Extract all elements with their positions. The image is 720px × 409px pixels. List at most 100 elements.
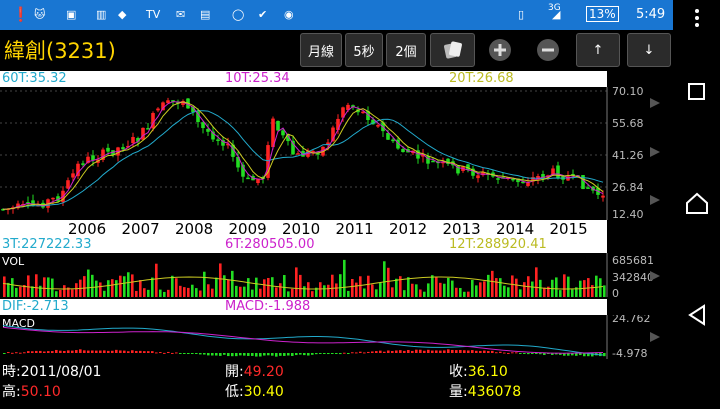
macd-bar: [603, 353, 606, 357]
macd-bar: [59, 350, 62, 353]
macd-bar: [67, 350, 70, 353]
app-icon: 🐱: [34, 8, 46, 21]
volume-bar: [487, 274, 490, 297]
macd-bar: [155, 352, 158, 354]
vol-tick: 0: [612, 287, 619, 298]
volume-bar: [291, 288, 294, 297]
scroll-left-arrow-icon[interactable]: [650, 98, 660, 108]
macd-bar: [443, 350, 446, 353]
volume-bar: [543, 287, 546, 297]
year-tick: 2010: [282, 220, 320, 237]
vol-tick: 342840: [612, 271, 654, 284]
volume-bar: [271, 277, 274, 297]
volume-bar: [491, 270, 494, 297]
volume-bar: [335, 283, 338, 297]
volume-bar: [143, 288, 146, 297]
camera-icon: ◉: [284, 8, 294, 21]
recents-icon[interactable]: [688, 83, 705, 100]
alert-icon: ❗: [12, 7, 30, 23]
macd-bar: [411, 350, 414, 353]
scroll-left-arrow-icon[interactable]: [650, 147, 660, 157]
macd-bar: [51, 351, 54, 353]
macd-bar: [379, 350, 382, 353]
volume-bar: [499, 278, 502, 297]
zoom-in-icon[interactable]: [480, 33, 520, 67]
volume-bar: [559, 290, 562, 297]
scroll-left-arrow-icon[interactable]: [650, 271, 660, 281]
vol6-label: 6T:280505.00: [225, 237, 315, 252]
macd-bar: [139, 350, 142, 353]
volume-bar: [339, 274, 342, 297]
volume-bar: [379, 282, 382, 297]
macd-bar: [35, 350, 38, 353]
volume-bar: [51, 278, 54, 297]
macd-bar: [47, 351, 50, 353]
macd-bar: [327, 353, 330, 355]
volume-bar: [415, 284, 418, 297]
cards-icon[interactable]: [430, 33, 475, 67]
scroll-up-button[interactable]: ↑: [576, 33, 620, 67]
scroll-down-button[interactable]: ↓: [627, 33, 671, 67]
volume-bar: [59, 289, 62, 297]
volume-bar: [3, 276, 6, 297]
volume-bar: [331, 274, 334, 297]
volume-bar: [567, 276, 570, 297]
volume-bar: [343, 259, 346, 297]
macd-bar: [391, 351, 394, 353]
volume-bar: [363, 288, 366, 297]
volume-bar: [495, 278, 498, 297]
open-label: 開:: [225, 364, 244, 380]
volume-bar: [307, 282, 310, 297]
macd-bar: [247, 353, 250, 356]
volume-bar: [463, 291, 466, 297]
candle: [66, 180, 70, 189]
scroll-left-arrow-icon[interactable]: [650, 195, 660, 205]
volume-bar: [455, 287, 458, 297]
volume-bar: [319, 282, 322, 297]
back-icon[interactable]: [688, 304, 705, 326]
period-button[interactable]: 月線: [300, 33, 342, 67]
macd-bar: [31, 351, 34, 353]
candle: [376, 125, 380, 127]
macd-bar: [423, 350, 426, 353]
macd-bar: [363, 352, 366, 354]
volume-bar: [431, 275, 434, 297]
home-icon[interactable]: [686, 192, 708, 214]
candle: [281, 130, 285, 136]
macd-bar: [355, 352, 358, 354]
volume-bar: [151, 277, 154, 297]
volume-bar: [183, 287, 186, 297]
macd-bar: [319, 353, 322, 354]
macd-bar: [307, 353, 310, 356]
macd-chart[interactable]: MACD 24.762 -4.978: [0, 315, 673, 359]
candle: [276, 120, 280, 131]
macd-bar: [159, 352, 162, 354]
scroll-left-arrow-icon[interactable]: [650, 332, 660, 342]
ma10-label: 10T:25.34: [225, 71, 290, 86]
macd-bar: [359, 351, 362, 353]
volume-chart[interactable]: VOL 685681 342840 0: [0, 253, 673, 298]
macd-bar: [455, 350, 458, 353]
volume-bar: [139, 280, 142, 297]
macd-bar: [143, 351, 146, 353]
vol3-label: 3T:227222.33: [2, 237, 92, 252]
volume-bar: [95, 280, 98, 297]
price-chart[interactable]: 70.10 55.68 41.26 26.84 12.40 2006 2007 20…: [0, 87, 673, 237]
refresh-interval-button[interactable]: 5秒: [345, 33, 383, 67]
candle: [216, 139, 220, 141]
zoom-out-icon[interactable]: [528, 33, 568, 67]
year-tick: 2007: [122, 220, 160, 237]
volume-bar: [467, 291, 470, 297]
volume-bar: [395, 278, 398, 297]
candle: [121, 147, 125, 150]
macd-bar: [311, 353, 314, 355]
overflow-menu-icon[interactable]: [695, 9, 699, 27]
volume-bar: [451, 280, 454, 297]
volume-bar: [235, 285, 238, 297]
volume-bar: [375, 289, 378, 297]
macd-bar: [527, 353, 530, 355]
macd-bar: [407, 349, 410, 353]
chart-count-button[interactable]: 2個: [386, 33, 426, 67]
macd-bar: [75, 350, 78, 353]
macd-bar: [239, 353, 242, 356]
